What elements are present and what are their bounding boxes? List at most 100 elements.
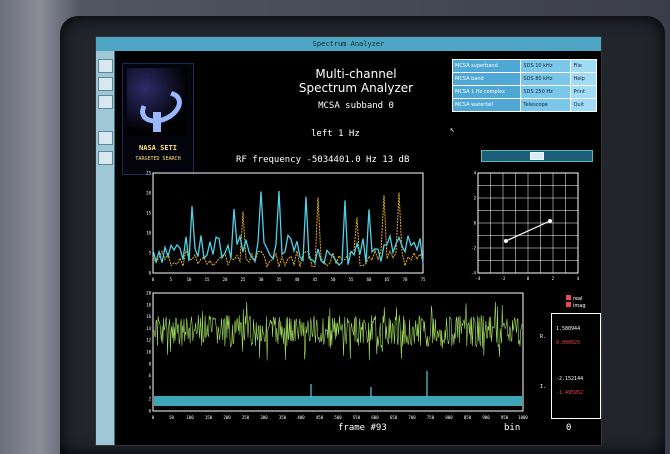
bottom-x-tick-label: 450 <box>316 415 324 420</box>
bottom-x-tick-label: 300 <box>260 415 268 420</box>
frequency-slider[interactable] <box>481 150 593 162</box>
legend-label: imag <box>573 303 586 309</box>
menu-print[interactable]: Print <box>570 85 597 99</box>
bottom-y-tick-label: 2 <box>149 397 152 402</box>
menu-row: MCSA waterfall Telescope Quit <box>451 98 597 112</box>
legend-swatch <box>566 295 571 300</box>
top-x-tick-label: 60 <box>367 277 372 282</box>
window-side-strip <box>96 51 115 445</box>
value-label-r: R. <box>540 334 547 340</box>
side-button-4[interactable] <box>98 131 113 145</box>
bottom-y-tick-label: 14 <box>146 326 151 331</box>
baseline-band <box>154 396 522 406</box>
grid-x-tick-label: 0 <box>527 276 530 281</box>
bottom-x-tick-label: 250 <box>242 415 250 420</box>
menu-telescope[interactable]: Telescope <box>520 98 572 112</box>
bottom-x-tick-label: 550 <box>353 415 361 420</box>
top-x-tick-label: 45 <box>313 277 318 282</box>
bottom-y-tick-label: 10 <box>146 350 151 355</box>
top-x-tick-label: 5 <box>170 277 173 282</box>
top-x-tick-label: 40 <box>295 277 300 282</box>
values-panel: R. 1.580944 0.000025 I. -2.152144 -1.495… <box>540 313 601 419</box>
menu-1hz-complex[interactable]: MCSA 1 Hz complex <box>451 85 522 99</box>
top-x-tick-label: 30 <box>259 277 264 282</box>
monitor-screen: Spectrum Analyzer NASA SETI TARGETED SEA… <box>95 36 602 446</box>
value-1: 1.580944 <box>556 326 581 332</box>
menu-row: MCSA superband SDS 10 kHz File <box>451 59 597 73</box>
legend-item-real: real <box>566 295 586 302</box>
menu-band[interactable]: MCSA band <box>451 72 522 86</box>
grid-x-tick-label: -4 <box>476 276 481 281</box>
bottom-x-tick-label: 500 <box>334 415 342 420</box>
value-2: 0.000025 <box>556 340 581 346</box>
top-x-tick-label: 55 <box>349 277 354 282</box>
menu-sds-250hz[interactable]: SDS 250 Hz <box>520 85 572 99</box>
side-button-2[interactable] <box>98 77 113 91</box>
grid-y-tick-label: -4 <box>471 271 476 276</box>
slider-thumb[interactable] <box>530 152 544 160</box>
app-title: Multi-channel Spectrum Analyzer <box>281 67 431 95</box>
menu-sds-10khz[interactable]: SDS 10 kHz <box>520 59 572 73</box>
grid-x-tick-label: 2 <box>552 276 555 281</box>
app-title-line1: Multi-channel <box>315 67 397 81</box>
bottom-x-tick-label: 200 <box>223 415 231 420</box>
grid-y-tick-label: -2 <box>471 246 476 251</box>
grid-x-tick-label: 4 <box>577 276 580 281</box>
top-y-tick-label: 10 <box>146 231 151 236</box>
side-button-1[interactable] <box>98 59 113 73</box>
bottom-x-tick-label: 700 <box>408 415 416 420</box>
bottom-x-tick-label: 800 <box>445 415 453 420</box>
bottom-x-tick-label: 350 <box>279 415 287 420</box>
bottom-y-tick-label: 4 <box>149 385 152 390</box>
top-x-tick-label: 20 <box>223 277 228 282</box>
menu-row: MCSA band SDS 80 kHz Help <box>451 72 597 86</box>
bottom-x-tick-label: 100 <box>186 415 194 420</box>
side-button-5[interactable] <box>98 151 113 165</box>
menu-waterfall[interactable]: MCSA waterfall <box>451 98 522 112</box>
bottom-y-tick-label: 12 <box>146 338 151 343</box>
menu-row: MCSA 1 Hz complex SDS 250 Hz Print <box>451 85 597 99</box>
pointer-cursor-icon: ↖ <box>450 125 455 134</box>
bottom-timeseries-plot: 20181614121086420 0 50 100 150 200 250 300 350 4… <box>146 291 528 421</box>
frame-number-label: frame #93 <box>338 423 387 433</box>
menu-help[interactable]: Help <box>570 72 597 86</box>
bottom-x-tick-label: 850 <box>464 415 472 420</box>
menu-superband[interactable]: MCSA superband <box>451 59 522 73</box>
grid-x-tick-label: -2 <box>501 276 506 281</box>
top-x-tick-label: 75 <box>421 277 426 282</box>
legend-swatch <box>566 302 571 307</box>
top-x-tick-label: 35 <box>277 277 282 282</box>
menu-sds-80khz[interactable]: SDS 80 kHz <box>520 72 572 86</box>
bottom-x-tick-label: 50 <box>169 415 174 420</box>
grid-vector-start <box>504 239 508 243</box>
grid-y-tick-label: 4 <box>474 171 477 176</box>
bottom-x-tick-label: 600 <box>371 415 379 420</box>
app-title-line2: Spectrum Analyzer <box>298 81 414 95</box>
value-label-i: I. <box>540 384 547 390</box>
bottom-y-tick-label: 8 <box>149 361 152 366</box>
bottom-x-tick-label: 1000 <box>518 415 528 420</box>
logo-name: NASA SETI <box>139 144 177 152</box>
bottom-y-tick-label: 20 <box>146 291 151 296</box>
bottom-x-tick-label: 150 <box>205 415 213 420</box>
bottom-y-tick-label: 6 <box>149 373 152 378</box>
legend: real imag <box>566 295 586 309</box>
top-x-tick-label: 25 <box>241 277 246 282</box>
window-titlebar[interactable]: Spectrum Analyzer <box>96 37 601 51</box>
top-y-tick-label: 5 <box>149 251 152 256</box>
top-y-tick-label: 0 <box>149 271 152 276</box>
top-x-tick-label: 70 <box>403 277 408 282</box>
bottom-x-tick-label: 0 <box>152 415 155 420</box>
bottom-x-tick-label: 400 <box>297 415 305 420</box>
side-button-3[interactable] <box>98 95 113 109</box>
bin-axis-label: bin <box>504 423 521 433</box>
top-y-tick-label: 15 <box>146 211 151 216</box>
subband-label: MCSA subband 0 <box>318 101 394 111</box>
grid-y-tick-label: 2 <box>474 196 477 201</box>
menu-quit[interactable]: Quit <box>570 98 597 112</box>
top-x-tick-label: 65 <box>385 277 390 282</box>
top-x-tick-label: 50 <box>331 277 336 282</box>
top-spectrum-plot: 2520151050 0 5 10 15 20 25 30 35 40 45 50 55 60 65 70 7… <box>146 171 426 283</box>
menu-file[interactable]: File <box>570 59 597 73</box>
bottom-y-tick-label: 16 <box>146 314 151 319</box>
